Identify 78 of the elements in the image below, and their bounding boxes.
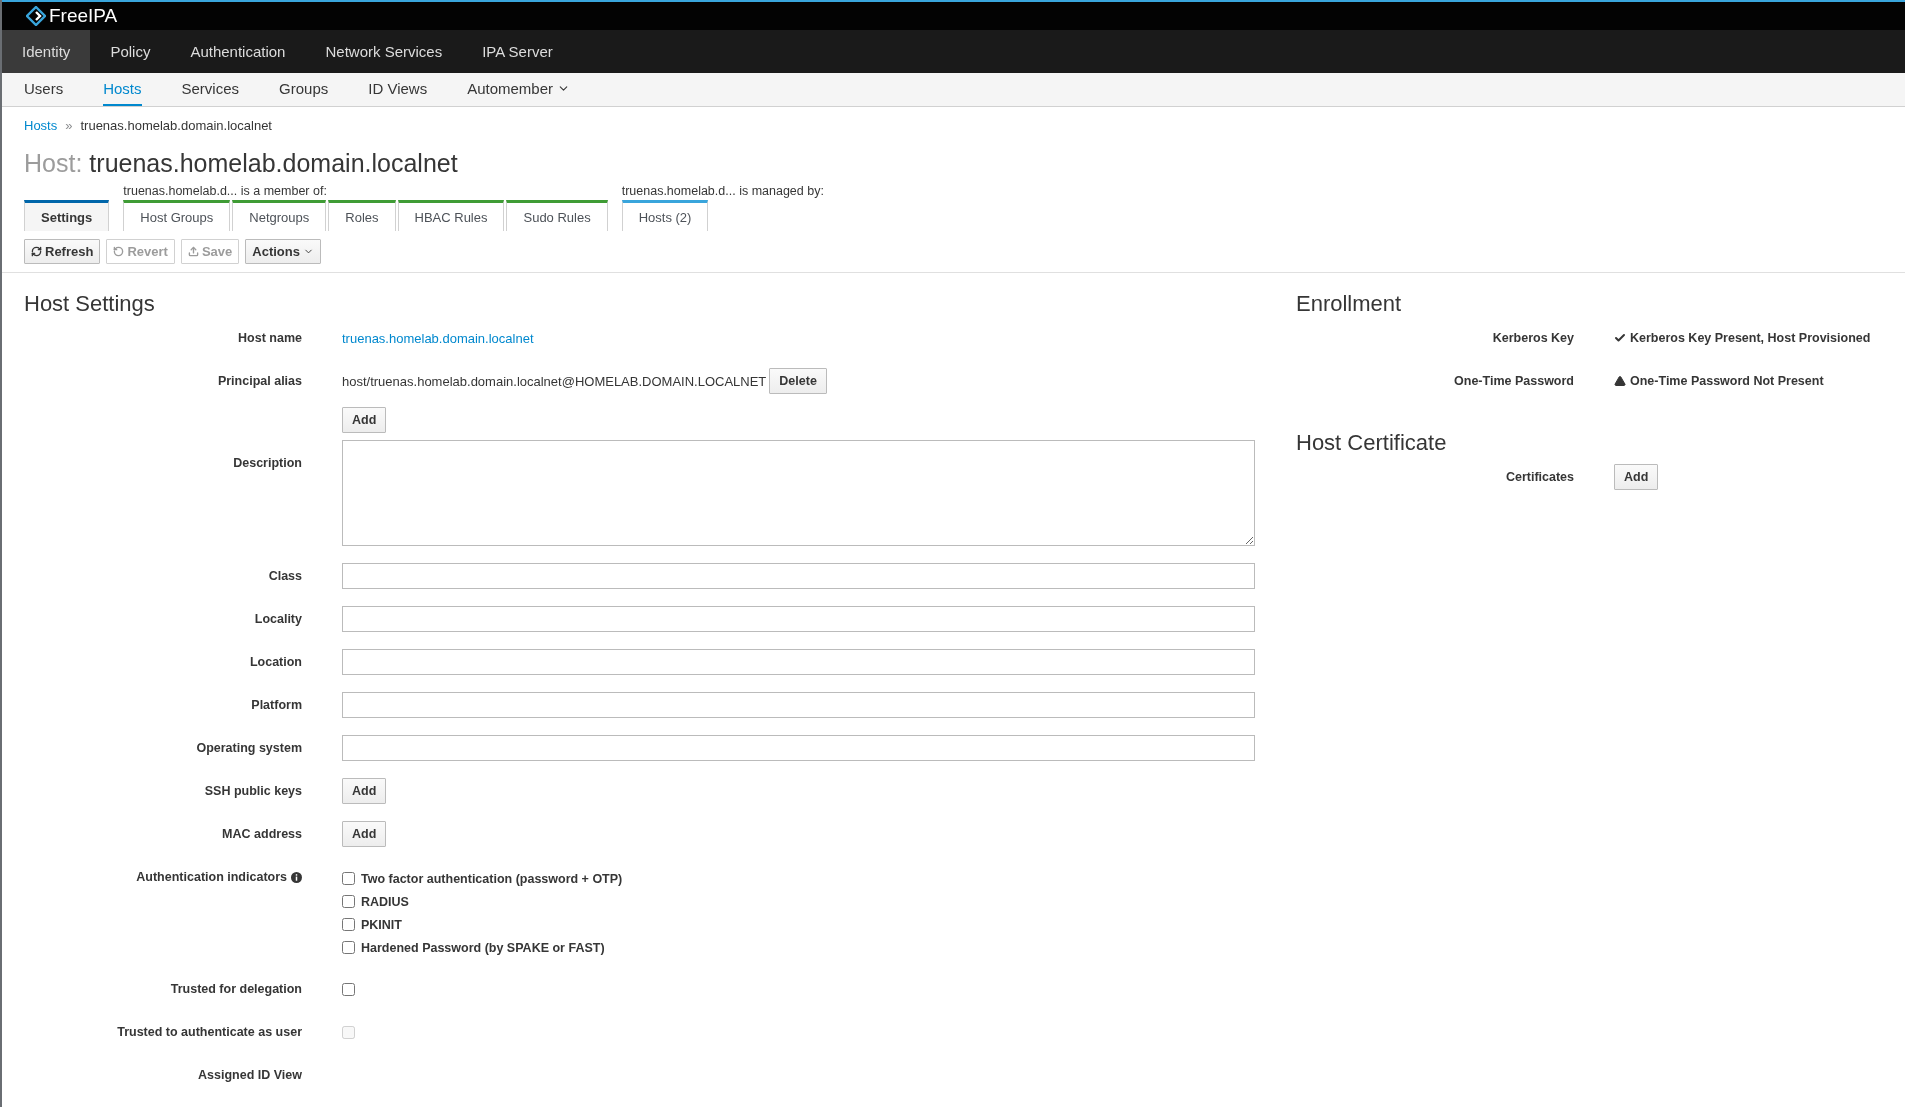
warning-icon [1614,375,1626,387]
field-label: SSH public keys [204,783,302,800]
undo-icon [113,246,125,257]
add-button[interactable]: Add [1614,464,1659,490]
text-field[interactable] [342,692,1255,718]
text-field[interactable] [342,606,1255,632]
checkbox-label: RADIUS [361,894,409,909]
field-label: Certificates [1505,469,1574,486]
tab[interactable]: Netgroups [232,200,327,231]
subnav-item[interactable]: Users [24,73,64,106]
freeipa-logo-icon [26,6,46,26]
checkbox[interactable] [342,895,355,908]
field-label: Trusted to authenticate as user [117,1024,302,1041]
field-label: Operating system [196,740,302,757]
brand-name: FreeIPA [49,5,118,27]
checkbox[interactable] [342,872,355,885]
field-label: Locality [254,611,302,628]
text-field[interactable] [342,735,1255,761]
host-name-link[interactable]: truenas.homelab.domain.localnet [342,330,534,346]
page-title: truenas.homelab.domain.localnet [89,149,458,178]
tab[interactable]: Host Groups [123,200,231,231]
add-button[interactable]: Add [342,821,387,847]
nav-item[interactable]: Authentication [170,30,306,73]
toolbar-button[interactable]: Refresh [24,239,101,264]
delete-button[interactable]: Delete [769,368,827,394]
nav-item[interactable]: Identity [2,30,91,73]
tab[interactable]: Sudo Rules [506,200,608,231]
field-label: Description [233,455,302,472]
tab-group-caption: truenas.homelab.d... is managed by: [621,184,824,198]
add-button[interactable]: Add [342,407,387,433]
tab[interactable]: Settings [24,200,110,231]
field-label: Principal alias [217,373,302,390]
text-field[interactable] [342,649,1255,675]
field-label: Kerberos Key [1492,330,1574,347]
checkbox-label: Hardened Password (by SPAKE or FAST) [361,940,605,955]
check-icon [1614,332,1626,344]
refresh-icon [31,246,42,257]
status-text: One-Time Password Not Present [1630,374,1824,388]
title-prefix: Host: [24,149,83,178]
upload-icon [187,246,199,257]
tab-group-caption: truenas.homelab.d... is a member of: [123,184,328,198]
checkbox[interactable] [342,941,355,954]
section-heading: Enrollment [1296,290,1403,318]
field-label: Trusted for delegation [170,981,302,998]
field-label: Class [268,568,302,585]
field-label: One-Time Password [1454,373,1574,390]
checkbox[interactable] [342,982,355,996]
breadcrumb-separator: » [65,117,73,133]
nav-item[interactable]: Policy [90,30,171,73]
subnav-item[interactable]: Services [181,73,240,106]
text-field[interactable] [342,563,1255,589]
nav-item[interactable]: Network Services [305,30,463,73]
nav-item[interactable]: IPA Server [462,30,573,73]
section-heading: Host Certificate [1296,429,1448,457]
subnav-item[interactable]: ID Views [368,73,428,106]
tab[interactable]: HBAC Rules [397,200,505,231]
description-field[interactable] [342,440,1255,546]
checkbox-label: Two factor authentication (password + OTP) [361,871,623,886]
field-label: MAC address [222,826,302,843]
checkbox-label: PKINIT [361,917,402,932]
tab[interactable]: Roles [328,200,396,231]
principal-alias-value: host/truenas.homelab.domain.localnet@HOMELAB.DOMAIN.LOCALNET [342,373,767,389]
subnav-item[interactable]: Automember [467,73,571,106]
status-text: Kerberos Key Present, Host Provisioned [1630,331,1871,345]
section-heading: Host Settings [24,290,156,318]
breadcrumb-current: truenas.homelab.domain.localnet [80,117,272,133]
field-label: Authentication indicators [136,869,287,886]
breadcrumb-link[interactable]: Hosts [24,117,58,133]
tab[interactable]: Hosts (2) [621,200,709,231]
subnav-item[interactable]: Groups [279,73,329,106]
field-label: Host name [238,330,302,347]
checkbox[interactable] [342,918,355,931]
add-button[interactable]: Add [342,778,387,804]
field-label: Location [249,654,302,671]
field-label: Platform [251,697,302,714]
subnav-item[interactable]: Hosts [103,73,142,106]
toolbar-button[interactable]: Actions [245,239,321,264]
field-label: Assigned ID View [198,1067,302,1084]
